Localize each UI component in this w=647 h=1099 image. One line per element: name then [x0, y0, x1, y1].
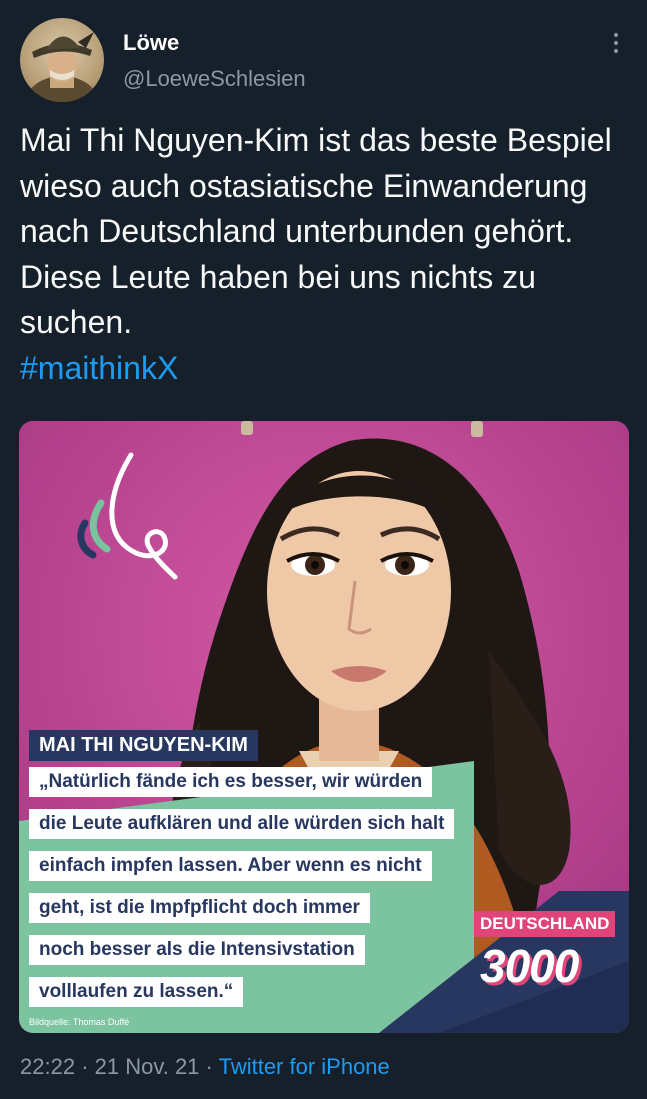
tweet-text: Mai Thi Nguyen-Kim ist das beste Bespiel… [20, 118, 630, 392]
meta-separator-2: · [205, 1054, 213, 1079]
more-options-icon[interactable] [604, 30, 628, 60]
tweet-date[interactable]: 21 Nov. 21 [95, 1054, 200, 1079]
tweet-media-image[interactable]: MAI THI NGUYEN-KIM „Natürlich fände ich … [19, 421, 629, 1033]
badge-title: DEUTSCHLAND [474, 911, 616, 937]
quote-line-3: einfach impfen lassen. Aber wenn es nich… [29, 851, 432, 881]
tweet-time[interactable]: 22:22 [20, 1054, 75, 1079]
quote-line-6: volllaufen zu lassen.“ [29, 977, 244, 1007]
speaker-name: MAI THI NGUYEN-KIM [39, 734, 248, 756]
username-handle[interactable]: @LoeweSchlesien [123, 66, 306, 92]
quote-line-2: die Leute aufklären und alle würden sich… [29, 809, 455, 839]
quote-line-1: „Natürlich fände ich es besser, wir würd… [29, 767, 433, 797]
tweet-metadata: 22:22 · 21 Nov. 21 · Twitter for iPhone [20, 1054, 390, 1080]
badge-number: 3000 [480, 940, 579, 992]
tweet-body: Mai Thi Nguyen-Kim ist das beste Bespiel… [20, 122, 612, 341]
tweet-source-link[interactable]: Twitter for iPhone [219, 1054, 390, 1079]
display-name[interactable]: Löwe [123, 30, 179, 56]
quote-line-5: noch besser als die Intensivstation [29, 935, 365, 965]
hashtag-link[interactable]: #maithinkX [20, 346, 630, 392]
avatar-portrait-image [24, 32, 100, 102]
meta-separator: · [81, 1054, 89, 1079]
tweet: Löwe @LoeweSchlesien Mai Thi Nguyen-Kim … [0, 0, 647, 1099]
avatar[interactable] [20, 18, 104, 102]
quote-line-4: geht, ist die Impfpflicht doch immer [29, 893, 370, 923]
image-credit: Bildquelle: Thomas Duffé [29, 1017, 130, 1027]
speaker-name-banner: MAI THI NGUYEN-KIM [29, 730, 258, 761]
